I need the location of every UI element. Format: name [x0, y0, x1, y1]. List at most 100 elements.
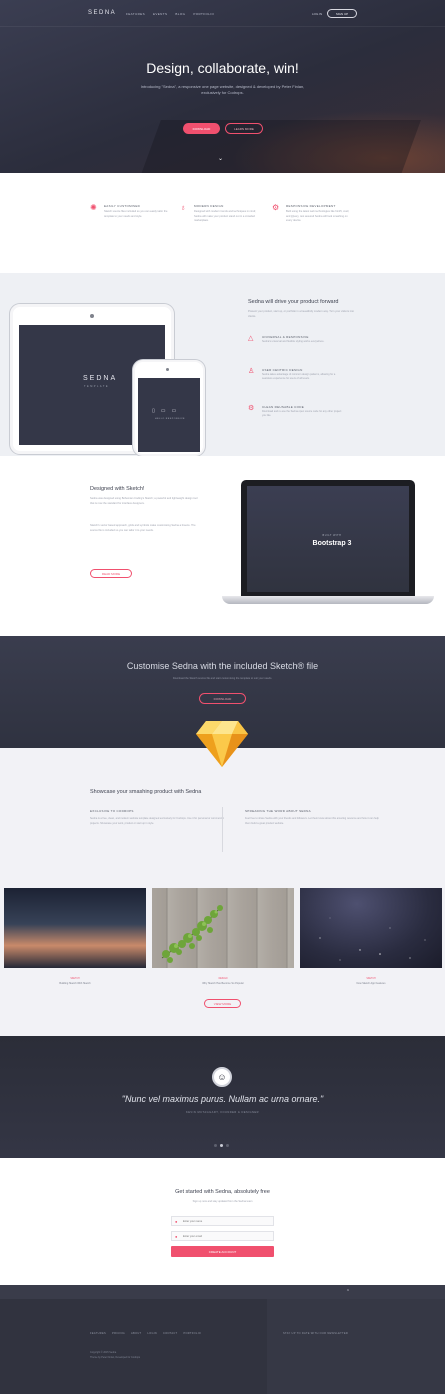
- user-icon: ♙: [248, 368, 255, 375]
- product-feature-title: CLEAN REUSABLE CODE: [262, 405, 305, 409]
- gear-icon: ⚙: [248, 405, 255, 412]
- hero-download-button[interactable]: DOWNLOAD: [183, 123, 220, 134]
- avatar-icon: ☺: [212, 1067, 232, 1087]
- product-feature-title: UNIVERSAL & RESPONSIVE: [262, 335, 309, 339]
- phone-screen: ▯ ▭ ▭ HELLO RESPONSIVE: [138, 378, 200, 452]
- nav-divider: [0, 26, 445, 27]
- site-logo[interactable]: SEDNA: [88, 10, 116, 16]
- product-feature-text: Sedna takes advantage of common design p…: [262, 373, 336, 381]
- product-feature-title: USER CENTRIC DESIGN: [262, 368, 303, 372]
- read-more-button[interactable]: READ MORE: [90, 569, 132, 578]
- product-title: Sedna will drive your product forward: [248, 299, 339, 305]
- laptop-title: Bootstrap 3: [312, 540, 352, 547]
- footer-nav: FEATURES PRICING ABOUT LOGIN CONTACT POR…: [90, 1332, 201, 1335]
- customise-download-button[interactable]: DOWNLOAD: [199, 693, 246, 704]
- nav-link-portfolio[interactable]: PORTFOLIO: [193, 12, 214, 16]
- phone-icon: ▯: [152, 408, 155, 414]
- back-to-top-icon[interactable]: ⌃: [341, 1285, 355, 1299]
- product-feature-text: Download and re-use the Sedna open sourc…: [262, 410, 342, 418]
- view-more-button[interactable]: VIEW MORE: [204, 999, 241, 1008]
- footer-link-contact[interactable]: CONTACT: [163, 1332, 177, 1335]
- showcase-column: EXCLUSIVE TO CODROPS Sedna is a free, cl…: [90, 809, 230, 826]
- footer-link-login[interactable]: LOGIN: [147, 1332, 157, 1335]
- sketch-text-2: Sketch's vector based approach, grids an…: [90, 524, 196, 532]
- carousel-dot-active[interactable]: [220, 1144, 223, 1147]
- mail-icon: ●: [175, 1234, 178, 1239]
- card-title[interactable]: New Sketch App Features: [357, 982, 386, 985]
- sketch-diamond-icon: [196, 721, 248, 767]
- laptop-mockup: BUILT WITH Bootstrap 3: [241, 480, 415, 596]
- showcase-column: SPREADING THE WORD ABOUT SEDNA Feel free…: [245, 809, 385, 826]
- signup-button[interactable]: SIGN UP: [327, 9, 357, 18]
- showcase-column-text: Feel free to share Sedna with your frien…: [245, 817, 379, 825]
- feature-text: Sketch source files included so you can …: [104, 210, 168, 218]
- card-title[interactable]: Why Sketch Has Become So Popular: [202, 982, 243, 985]
- tablet-icon: ▭: [160, 408, 166, 414]
- create-account-button[interactable]: CREATE ACCOUNT: [171, 1246, 274, 1257]
- sketch-text: Sedna was designed using Bohemian Coding…: [90, 497, 198, 505]
- footer-link-features[interactable]: FEATURES: [90, 1332, 106, 1335]
- phone-mockup: ▯ ▭ ▭ HELLO RESPONSIVE: [133, 360, 205, 456]
- footer-top-strip: [0, 1285, 445, 1299]
- hero-title: Design, collaborate, win!: [146, 60, 299, 76]
- signup-title: Get started with Sedna, absolutely free: [175, 1189, 270, 1195]
- warning-icon: △: [248, 335, 254, 342]
- showcase-card-caption[interactable]: DESIGN Why Sketch Has Become So Popular: [152, 978, 294, 985]
- showcase-column-title: EXCLUSIVE TO CODROPS: [90, 809, 134, 813]
- footer-link-about[interactable]: ABOUT: [131, 1332, 141, 1335]
- showcase-column-title: SPREADING THE WORD ABOUT SEDNA: [245, 809, 311, 813]
- tablet-logo-sub: TEMPLATE: [84, 385, 110, 388]
- bolt-icon: ✺: [90, 203, 97, 212]
- credits-text: Theme by Peter Finlan, Developed for Cod…: [90, 1356, 141, 1359]
- email-field-wrapper: ●: [171, 1231, 274, 1241]
- phone-caption: HELLO RESPONSIVE: [154, 418, 185, 420]
- showcase-photo-ivy[interactable]: [152, 888, 294, 968]
- product-intro: Present your product, start up, or portf…: [248, 310, 354, 318]
- signup-subtitle: Sign up now and stay updated from the Se…: [192, 1200, 253, 1203]
- name-field[interactable]: [183, 1218, 271, 1225]
- hero-learn-more-button[interactable]: LEARN MORE: [225, 123, 263, 134]
- name-field-wrapper: ●: [171, 1216, 274, 1226]
- stars: [319, 917, 426, 961]
- carousel-dot[interactable]: [226, 1144, 229, 1147]
- user-icon: ●: [175, 1219, 178, 1224]
- tablet-logo: SEDNA: [83, 375, 118, 382]
- feature-text: Built using the latest web technologies …: [286, 210, 350, 222]
- main-nav: FEATURES EVENTS BLOG PORTFOLIO: [126, 12, 214, 16]
- monitor-icon: ▭: [171, 408, 177, 414]
- testimonial-quote: "Nunc vel maximus purus. Nullam ac urna …: [121, 1094, 324, 1104]
- footer-link-pricing[interactable]: PRICING: [112, 1332, 125, 1335]
- showcase-column-text: Sedna is a free, clean, and modern websi…: [90, 817, 224, 825]
- card-title[interactable]: Building Sketch With Sketch: [59, 982, 90, 985]
- nav-link-blog[interactable]: BLOG: [175, 12, 185, 16]
- showcase-photo-night-sky[interactable]: [300, 888, 442, 968]
- tablet-camera: [90, 314, 94, 318]
- customise-title: Customise Sedna with the included Sketch…: [126, 661, 319, 671]
- newsletter-title: STAY UP TO DATE WITH OUR NEWSLETTER: [283, 1332, 349, 1335]
- feature-title: MODERN DESIGN: [194, 204, 224, 208]
- laptop-base: [222, 596, 434, 604]
- feature-title: EASILY CUSTOMISED: [104, 204, 141, 208]
- phone-camera: [166, 368, 169, 371]
- card-kicker: SKETCH: [366, 978, 376, 980]
- laptop-subtitle: BUILT WITH: [322, 534, 342, 537]
- chevron-down-icon[interactable]: ⌄: [218, 155, 223, 162]
- sketch-title: Designed with Sketch!: [90, 486, 145, 492]
- carousel-dots: [214, 1144, 229, 1147]
- card-kicker: DESIGN: [218, 978, 228, 980]
- hero-subtitle: Introducing "Sedna", a responsive one pa…: [140, 84, 305, 95]
- showcase-card-caption[interactable]: SKETCH Building Sketch With Sketch: [4, 978, 146, 985]
- showcase-photo-sunset[interactable]: [4, 888, 146, 968]
- nav-link-features[interactable]: FEATURES: [126, 12, 145, 16]
- feature-title: RESPONSIVE DEVELOPMENT: [286, 204, 336, 208]
- email-field[interactable]: [183, 1233, 271, 1240]
- carousel-dot[interactable]: [214, 1144, 217, 1147]
- showcase-card-caption[interactable]: SKETCH New Sketch App Features: [300, 978, 442, 985]
- nav-link-events[interactable]: EVENTS: [153, 12, 167, 16]
- product-feature-text: Sedna's universal and flexible styling w…: [262, 340, 325, 343]
- login-link[interactable]: LOG IN: [312, 12, 322, 16]
- hero-background-laptop: [139, 120, 421, 173]
- gear-icon: ⚙: [272, 203, 280, 212]
- footer-link-portfolio[interactable]: PORTFOLIO: [183, 1332, 201, 1335]
- card-kicker: SKETCH: [70, 978, 80, 980]
